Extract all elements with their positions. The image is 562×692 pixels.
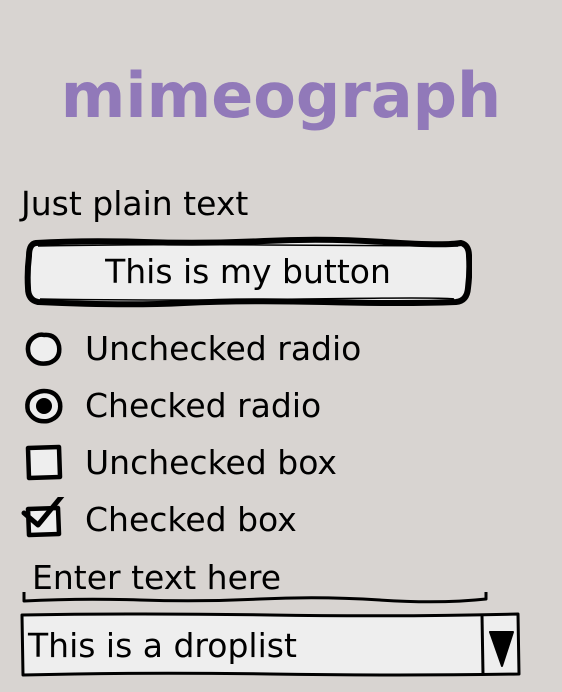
radio-off-icon — [20, 326, 70, 372]
text-input-underline — [22, 592, 488, 604]
plain-text-label: Just plain text — [21, 184, 249, 223]
radio-on-icon — [20, 383, 70, 429]
droplist-value: This is a droplist — [28, 626, 297, 665]
checked-checkbox[interactable]: Checked box — [20, 497, 297, 543]
app-title: mimeograph — [60, 59, 502, 132]
text-input[interactable]: Enter text here — [20, 556, 490, 606]
checked-radio[interactable]: Checked radio — [20, 383, 321, 429]
unchecked-radio-label: Unchecked radio — [85, 329, 362, 368]
checked-radio-label: Checked radio — [85, 386, 322, 425]
checkbox-empty-icon — [20, 440, 70, 486]
checked-checkbox-label: Checked box — [85, 500, 297, 539]
unchecked-radio[interactable]: Unchecked radio — [20, 326, 361, 372]
checkbox-checked-icon — [20, 497, 70, 543]
unchecked-checkbox-label: Unchecked box — [85, 443, 337, 482]
unchecked-checkbox[interactable]: Unchecked box — [20, 440, 337, 486]
my-button[interactable]: This is my button — [24, 236, 472, 308]
button-label: This is my button — [105, 252, 391, 291]
droplist-select[interactable]: This is a droplist — [20, 612, 522, 678]
triangle-down-icon[interactable] — [482, 616, 520, 674]
